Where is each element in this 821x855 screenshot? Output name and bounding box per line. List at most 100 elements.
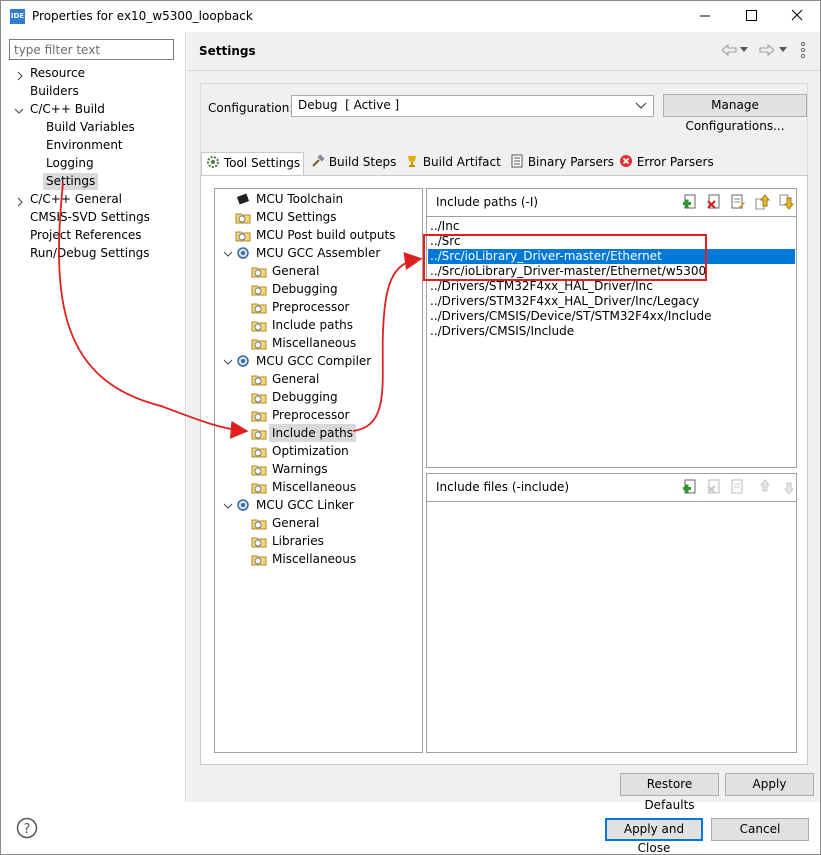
tab-error-parsers[interactable]: Error Parsers xyxy=(615,152,714,175)
add-icon[interactable] xyxy=(682,194,698,210)
tool-tree-item-cc-warnings[interactable]: Warnings xyxy=(272,460,328,478)
move-up-icon[interactable] xyxy=(754,194,770,210)
title-bar: IDE Properties for ex10_w5300_loopback xyxy=(1,1,820,31)
trophy-icon xyxy=(408,156,416,167)
tool-tree-item-ld-miscellaneous[interactable]: Miscellaneous xyxy=(272,550,356,568)
tool-tree-item-cc-include-paths[interactable]: Include paths xyxy=(269,424,357,442)
folder-settings-icon xyxy=(251,429,267,440)
tool-tree-item-mcu-post-build-outputs[interactable]: MCU Post build outputs xyxy=(256,226,395,244)
move-down-icon[interactable] xyxy=(778,479,794,495)
chevron-down-icon[interactable] xyxy=(223,501,233,511)
folder-settings-icon xyxy=(251,483,267,494)
cancel-button[interactable]: Cancel xyxy=(711,818,809,841)
include-path-item[interactable]: ../Drivers/STM32F4xx_HAL_Driver/Inc xyxy=(428,279,795,294)
folder-settings-icon xyxy=(251,321,267,332)
tool-tree-item-mcu-settings[interactable]: MCU Settings xyxy=(256,208,337,226)
chevron-down-icon[interactable] xyxy=(14,106,24,116)
tool-tree-item-cc-general[interactable]: General xyxy=(272,370,319,388)
tool-tree-item-ld-general[interactable]: General xyxy=(272,514,319,532)
folder-settings-icon xyxy=(235,231,251,242)
settings-page: Settings Configuration: Debug [ Active ]… xyxy=(187,32,820,812)
include-paths-header: Include paths (-I) xyxy=(426,188,797,216)
tree-item-resource[interactable]: Resource xyxy=(30,65,85,82)
folder-settings-icon xyxy=(251,537,267,548)
folder-settings-icon xyxy=(251,375,267,386)
tree-item-project-references[interactable]: Project References xyxy=(30,227,142,244)
tree-item-cpp-build[interactable]: C/C++ Build xyxy=(30,101,105,118)
tool-tree-item-asm-include-paths[interactable]: Include paths xyxy=(272,316,353,334)
tool-tree-item-mcu-toolchain[interactable]: MCU Toolchain xyxy=(256,190,343,208)
folder-settings-icon xyxy=(251,411,267,422)
svg-text:?: ? xyxy=(24,822,31,837)
add-icon[interactable] xyxy=(682,479,698,495)
chevron-down-icon[interactable] xyxy=(223,357,233,367)
tool-tree-item-mcu-gcc-compiler[interactable]: MCU GCC Compiler xyxy=(256,352,371,370)
tab-build-steps[interactable]: Build Steps xyxy=(307,152,399,175)
tool-tree-item-cc-miscellaneous[interactable]: Miscellaneous xyxy=(272,478,356,496)
delete-icon[interactable] xyxy=(706,194,722,210)
tree-item-settings[interactable]: Settings xyxy=(43,173,99,190)
tool-tree-item-mcu-gcc-assembler[interactable]: MCU GCC Assembler xyxy=(256,244,380,262)
tool-tree-item-cc-debugging[interactable]: Debugging xyxy=(272,388,338,406)
properties-dialog: IDE Properties for ex10_w5300_loopback R… xyxy=(0,0,821,855)
folder-settings-icon xyxy=(251,393,267,404)
edit-icon[interactable] xyxy=(730,479,746,495)
folder-settings-icon xyxy=(251,303,267,314)
include-path-item[interactable]: ../Inc xyxy=(428,219,795,234)
tab-label: Build Artifact xyxy=(422,155,501,169)
maximize-button[interactable] xyxy=(728,1,774,31)
tree-item-cpp-general[interactable]: C/C++ General xyxy=(30,191,122,208)
tool-tree-item-ld-libraries[interactable]: Libraries xyxy=(272,532,324,550)
include-path-item[interactable]: ../Drivers/CMSIS/Include xyxy=(428,324,795,339)
help-icon[interactable]: ? xyxy=(16,817,38,839)
move-down-icon[interactable] xyxy=(778,194,794,210)
manage-configurations-button[interactable]: Manage Configurations... xyxy=(663,94,807,133)
filter-input[interactable] xyxy=(9,39,174,60)
tree-item-logging[interactable]: Logging xyxy=(46,155,94,172)
tool-tree-item-mcu-gcc-linker[interactable]: MCU GCC Linker xyxy=(256,496,354,514)
include-files-title: Include files (-include) xyxy=(436,480,570,494)
tab-binary-parsers[interactable]: Binary Parsers xyxy=(506,152,614,175)
tree-item-cmsis-svd[interactable]: CMSIS-SVD Settings xyxy=(30,209,150,226)
tool-tree-item-asm-debugging[interactable]: Debugging xyxy=(272,280,338,298)
folder-settings-icon xyxy=(251,555,267,566)
tool-tree-item-cc-preprocessor[interactable]: Preprocessor xyxy=(272,406,349,424)
binary-file-icon xyxy=(511,154,523,168)
tool-tree-item-asm-preprocessor[interactable]: Preprocessor xyxy=(272,298,349,316)
tool-tree-item-cc-optimization[interactable]: Optimization xyxy=(272,442,349,460)
chevron-down-icon[interactable] xyxy=(740,47,748,53)
apply-button[interactable]: Apply xyxy=(725,773,814,796)
chevron-down-icon[interactable] xyxy=(223,249,233,259)
tab-label: Binary Parsers xyxy=(527,155,615,169)
property-page-tree-pane: Resource Builders C/C++ Build Build Vari… xyxy=(1,32,186,802)
tab-build-artifact[interactable]: Build Artifact xyxy=(401,152,501,175)
include-path-item[interactable]: ../Drivers/STM32F4xx_HAL_Driver/Inc/Lega… xyxy=(428,294,795,309)
chevron-right-icon[interactable] xyxy=(15,197,25,207)
tool-tree-item-asm-general[interactable]: General xyxy=(272,262,319,280)
minimize-button[interactable] xyxy=(682,1,728,31)
include-path-item[interactable]: ../Drivers/CMSIS/Device/ST/STM32F4xx/Inc… xyxy=(428,309,795,324)
folder-settings-icon xyxy=(251,267,267,278)
forward-arrow-icon[interactable] xyxy=(758,42,776,58)
more-options-icon[interactable] xyxy=(800,41,806,59)
header-separator xyxy=(187,70,820,71)
chevron-down-icon[interactable] xyxy=(779,47,787,53)
tree-item-build-variables[interactable]: Build Variables xyxy=(46,119,135,136)
tree-item-environment[interactable]: Environment xyxy=(46,137,123,154)
edit-icon[interactable] xyxy=(730,194,746,210)
tree-item-builders[interactable]: Builders xyxy=(30,83,79,100)
tool-gear-icon xyxy=(237,247,249,259)
configuration-select[interactable]: Debug [ Active ] xyxy=(291,95,654,117)
apply-and-close-button[interactable]: Apply and Close xyxy=(605,818,703,855)
folder-settings-icon xyxy=(251,447,267,458)
tab-tool-settings[interactable]: Tool Settings xyxy=(201,152,304,176)
back-arrow-icon[interactable] xyxy=(720,42,738,58)
delete-icon[interactable] xyxy=(706,479,722,495)
tool-tree-item-asm-miscellaneous[interactable]: Miscellaneous xyxy=(272,334,356,352)
close-button[interactable] xyxy=(774,1,820,31)
restore-defaults-button[interactable]: Restore Defaults xyxy=(620,773,719,812)
chevron-right-icon[interactable] xyxy=(15,71,25,81)
move-up-icon[interactable] xyxy=(754,479,770,495)
include-files-list[interactable] xyxy=(426,501,797,753)
tree-item-run-debug[interactable]: Run/Debug Settings xyxy=(30,245,150,262)
